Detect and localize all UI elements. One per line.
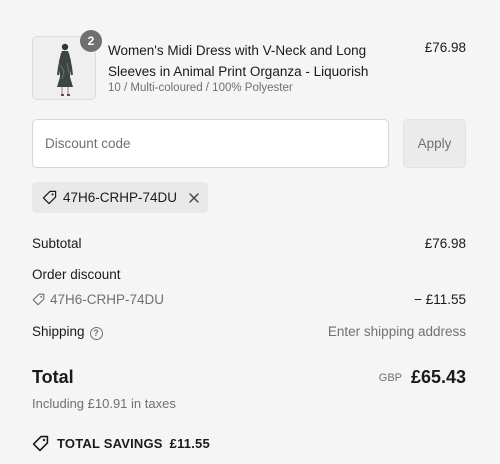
total-currency: GBP [378,372,402,384]
apply-button[interactable]: Apply [403,119,466,168]
tag-icon [42,190,57,205]
savings-label: TOTAL SAVINGS [57,436,163,451]
subtotal-value: £76.98 [424,236,466,251]
subtotal-label: Subtotal [32,236,82,251]
order-discount-row: Order discount [32,267,466,282]
shipping-row: Shipping? Enter shipping address [32,324,466,340]
discount-code-input[interactable] [32,119,389,168]
taxes-note: Including £10.91 in taxes [32,396,176,411]
discount-code-row: 47H6-CRHP-74DU − £11.55 [32,292,466,309]
product-variant: 10 / Multi-coloured / 100% Polyester [108,82,293,94]
close-icon[interactable] [188,192,200,204]
summary-discount-code: 47H6-CRHP-74DU [50,292,165,307]
product-price: £76.98 [424,40,466,55]
total-savings: TOTAL SAVINGS £11.55 [32,435,210,452]
tag-icon [32,293,45,306]
savings-amount: £11.55 [169,436,210,451]
product-title: Women's Midi Dress with V-Neck and Long … [108,43,369,79]
total-label: Total [32,367,74,387]
total-amount: £65.43 [410,367,466,387]
quantity-badge: 2 [80,30,102,52]
shipping-value: Enter shipping address [327,324,466,339]
applied-discount-code: 47H6-CRHP-74DU [63,190,178,205]
shipping-label: Shipping [32,324,85,339]
order-discount-label: Order discount [32,267,121,282]
tag-icon [32,435,49,452]
info-icon[interactable]: ? [89,327,103,340]
subtotal-row: Subtotal £76.98 [32,236,466,251]
product-line-item: 2 Women's Midi Dress with V-Neck and Lon… [32,30,466,100]
applied-discount-chip: 47H6-CRHP-74DU [32,182,208,213]
discount-value: − £11.55 [414,292,466,307]
